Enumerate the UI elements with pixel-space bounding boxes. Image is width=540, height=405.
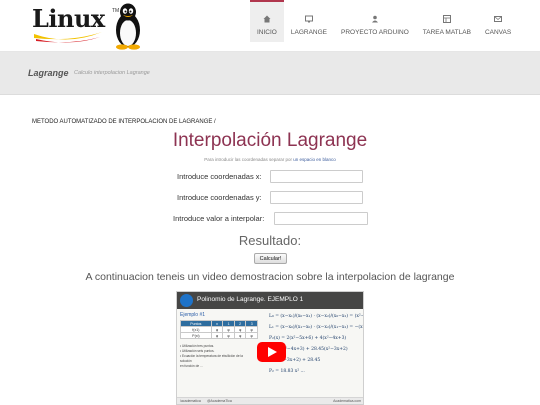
x-coords-input[interactable]	[270, 170, 363, 183]
play-button-icon[interactable]	[257, 342, 286, 362]
tux-penguin-icon	[116, 3, 140, 50]
table-cell: φ	[245, 332, 258, 339]
main-nav: INICIO LAGRANGE PROYECTO ARDUINO TAREA M…	[250, 0, 518, 42]
nav-item-label: TAREA MATLAB	[422, 29, 471, 36]
hint-link[interactable]: un espacio en blanco	[293, 157, 336, 162]
nav-item-label: LAGRANGE	[290, 29, 327, 36]
embedded-video[interactable]: Polinomio de Lagrange. EJEMPLO 1 Ejemplo…	[176, 291, 364, 405]
y-coords-row: Introduce coordenadas y:	[0, 191, 540, 205]
video-caption: A continuacion teneis un video demostrac…	[85, 271, 455, 283]
grid-icon	[442, 15, 451, 23]
list-item: • Ecuación la temperatura de ebullición …	[180, 354, 243, 363]
logo-text: Linux	[32, 4, 105, 33]
nav-item-proyecto-arduino[interactable]: PROYECTO ARDUINO	[334, 0, 416, 42]
y-coords-input[interactable]	[270, 191, 363, 204]
nav-item-canvas[interactable]: CANVAS	[478, 0, 518, 42]
table-cell: P(xi)	[180, 332, 212, 339]
interp-value-row: Introduce valor a interpolar:	[0, 212, 540, 226]
video-slide-subtitle: Ejemplo #1	[180, 312, 206, 318]
nav-item-label: PROYECTO ARDUINO	[341, 29, 409, 36]
table-cell: φ	[233, 332, 247, 339]
video-footer-site: Academatica.com	[333, 399, 361, 403]
input-hint: Para introducir las coordenadas separar …	[0, 157, 540, 162]
page-title: Interpolación Lagrange	[172, 130, 368, 151]
nav-item-tarea-matlab[interactable]: TAREA MATLAB	[416, 0, 478, 42]
x-coords-label: Introduce coordenadas x:	[177, 172, 262, 181]
y-coords-label: Introduce coordenadas y:	[177, 193, 262, 202]
home-icon	[263, 15, 271, 23]
nav-item-lagrange[interactable]: LAGRANGE	[284, 0, 334, 42]
formula-line: P₂ = 18.83 x² ...	[269, 369, 305, 374]
formula-line: L₀ = (x−x₁)/(x₀−x₁) · (x−x₂)/(x₀−x₂) = (…	[269, 314, 363, 319]
video-footer-facebook: /academatica	[180, 399, 201, 403]
result-title: Resultado:	[238, 233, 302, 248]
nav-item-inicio[interactable]: INICIO	[250, 0, 284, 42]
site-logo[interactable]: Linux TM	[32, 2, 142, 50]
breadcrumb: METODO AUTOMATIZADO DE INTERPOLACION DE …	[32, 119, 216, 125]
table-cell: φ	[210, 332, 224, 339]
nav-item-label: CANVAS	[484, 29, 512, 36]
video-footer-twitter: @AcademaTica	[207, 399, 232, 403]
banner-subtitle: Calculo interpolacion Lagrange	[74, 70, 150, 76]
video-slide-table: Puntos x 1 2 3 f(x1) φ φ φ φ P(xi) φ φ φ…	[180, 320, 258, 339]
calculate-button[interactable]: Calcular!	[254, 253, 287, 264]
hint-text: Para introducir las coordenadas separar …	[204, 157, 292, 162]
page-banner: Lagrange Calculo interpolacion Lagrange	[0, 52, 540, 95]
banner-title: Lagrange	[28, 68, 69, 78]
x-coords-row: Introduce coordenadas x:	[0, 170, 540, 184]
interp-value-label: Introduce valor a interpolar:	[173, 214, 265, 223]
screen-icon	[304, 15, 313, 23]
site-header: Linux TM INICIO LAGRANGE PROYECTO ARDUIN…	[0, 0, 540, 52]
list-item: en función de ...	[180, 364, 203, 368]
interp-value-input[interactable]	[274, 212, 368, 225]
video-title[interactable]: Polinomio de Lagrange. EJEMPLO 1	[197, 296, 303, 303]
nav-item-label: INICIO	[257, 29, 277, 36]
video-slide-bullets: • Utilización tres puntos. • Utilización…	[180, 344, 250, 369]
formula-line: L₁ = (x−x₀)/(x₁−x₀) · (x−x₂)/(x₁−x₂) = −…	[269, 325, 363, 330]
video-footer: /academatica @AcademaTica Academatica.co…	[177, 397, 363, 404]
mail-icon	[494, 16, 503, 22]
channel-avatar-icon[interactable]	[180, 294, 193, 307]
video-title-bar: Polinomio de Lagrange. EJEMPLO 1	[177, 292, 363, 309]
table-row: P(xi) φ φ φ φ	[180, 332, 258, 339]
user-icon	[371, 15, 378, 23]
table-cell: φ	[222, 332, 235, 339]
logo-swoosh-icon	[34, 32, 102, 43]
